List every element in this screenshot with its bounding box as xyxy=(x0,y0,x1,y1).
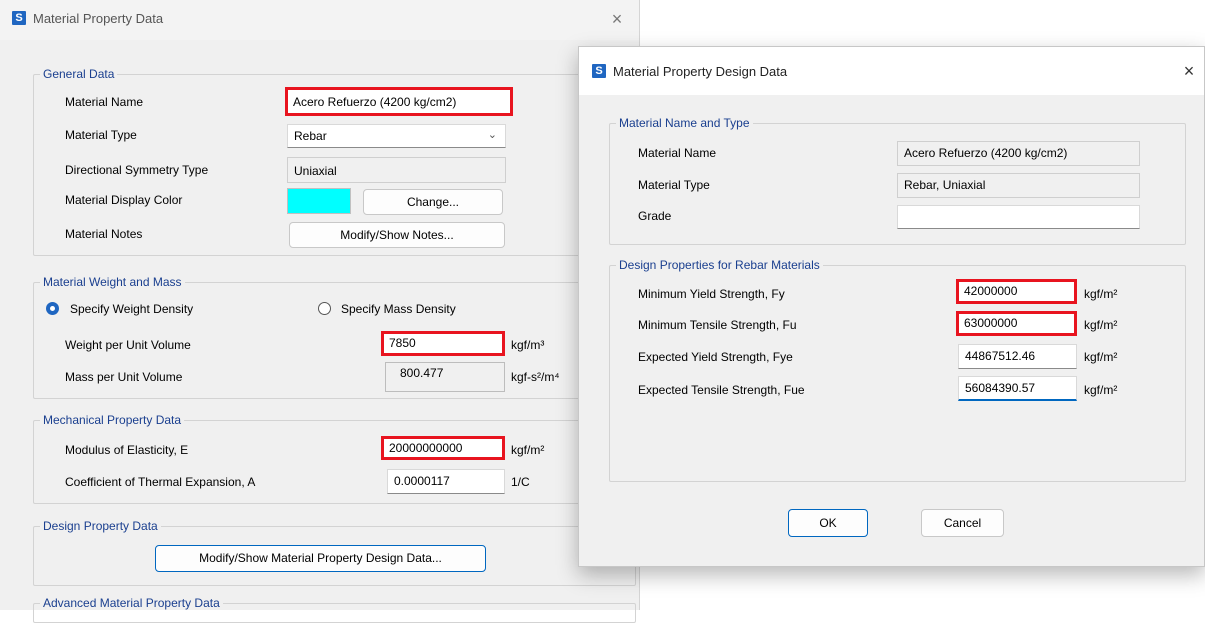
main-title-bar[interactable]: S Material Property Data × xyxy=(0,0,639,40)
main-window-title: Material Property Data xyxy=(33,11,164,26)
modify-notes-button[interactable]: Modify/Show Notes... xyxy=(289,222,505,248)
dialog-close-icon[interactable]: × xyxy=(1175,58,1203,84)
dialog-material-name-label: Material Name xyxy=(638,146,717,160)
weight-density-radio[interactable] xyxy=(46,302,59,315)
mass-density-radio[interactable] xyxy=(318,302,331,315)
modulus-input[interactable]: 20000000000 xyxy=(381,436,505,460)
grade-label: Grade xyxy=(638,209,672,223)
weight-density-radio-label[interactable]: Specify Weight Density xyxy=(70,302,193,316)
design-data-dialog: S Material Property Design Data × Materi… xyxy=(578,46,1205,567)
fue-unit: kgf/m² xyxy=(1084,383,1118,397)
mass-unit: kgf-s²/m⁴ xyxy=(511,370,560,384)
material-type-value: Rebar xyxy=(294,129,327,143)
mechanical-group: Mechanical Property Data xyxy=(33,413,636,504)
material-property-window: S Material Property Data × General Data … xyxy=(0,0,640,623)
advanced-group: Advanced Material Property Data xyxy=(33,596,636,623)
symmetry-type-field: Uniaxial xyxy=(287,157,506,183)
material-type-select[interactable]: Rebar ⌄ xyxy=(287,124,506,148)
material-name-label: Material Name xyxy=(65,95,144,109)
dialog-material-type-field: Rebar, Uniaxial xyxy=(897,173,1140,198)
main-close-icon[interactable]: × xyxy=(603,6,631,32)
cancel-button[interactable]: Cancel xyxy=(921,509,1004,537)
fye-label: Expected Yield Strength, Fye xyxy=(638,350,793,364)
fu-label: Minimum Tensile Strength, Fu xyxy=(638,318,797,332)
ok-button[interactable]: OK xyxy=(788,509,868,537)
material-name-input[interactable]: Acero Refuerzo (4200 kg/cm2) xyxy=(285,87,513,116)
fy-input[interactable]: 42000000 xyxy=(956,279,1077,304)
chevron-down-icon: ⌄ xyxy=(487,129,497,141)
weight-unit: kgf/m³ xyxy=(511,338,545,352)
thermal-expansion-input[interactable]: 0.0000117 xyxy=(387,469,505,494)
fye-unit: kgf/m² xyxy=(1084,350,1118,364)
modulus-label: Modulus of Elasticity, E xyxy=(65,443,189,457)
weight-mass-title: Material Weight and Mass xyxy=(40,275,185,289)
dialog-app-logo-icon: S xyxy=(592,64,606,78)
fye-input[interactable]: 44867512.46 xyxy=(958,344,1077,369)
app-logo-icon: S xyxy=(12,11,26,25)
weight-per-volume-label: Weight per Unit Volume xyxy=(65,338,191,352)
modify-design-data-button[interactable]: Modify/Show Material Property Design Dat… xyxy=(155,545,486,572)
symmetry-type-label: Directional Symmetry Type xyxy=(65,163,209,177)
display-color-label: Material Display Color xyxy=(65,193,183,207)
fue-input[interactable]: 56084390.57 xyxy=(958,376,1077,401)
display-color-swatch xyxy=(287,188,351,214)
dialog-material-name-field: Acero Refuerzo (4200 kg/cm2) xyxy=(897,141,1140,166)
general-data-title: General Data xyxy=(40,67,118,81)
material-type-label: Material Type xyxy=(65,128,137,142)
advanced-title: Advanced Material Property Data xyxy=(40,596,223,610)
change-color-button[interactable]: Change... xyxy=(363,189,503,215)
dialog-title: Material Property Design Data xyxy=(613,64,788,79)
mass-per-volume-field: 800.477 xyxy=(385,362,505,392)
fu-unit: kgf/m² xyxy=(1084,318,1118,332)
modulus-unit: kgf/m² xyxy=(511,443,545,457)
thermal-expansion-unit: 1/C xyxy=(511,475,530,489)
dialog-material-type-label: Material Type xyxy=(638,178,710,192)
mass-per-volume-label: Mass per Unit Volume xyxy=(65,370,183,384)
design-property-title: Design Property Data xyxy=(40,519,161,533)
mechanical-title: Mechanical Property Data xyxy=(40,413,185,427)
thermal-expansion-label: Coefficient of Thermal Expansion, A xyxy=(65,475,256,489)
grade-input[interactable] xyxy=(897,205,1140,229)
weight-per-volume-input[interactable]: 7850 xyxy=(381,331,505,356)
material-notes-label: Material Notes xyxy=(65,227,143,241)
fy-unit: kgf/m² xyxy=(1084,287,1118,301)
fue-label: Expected Tensile Strength, Fue xyxy=(638,383,805,397)
fu-input[interactable]: 63000000 xyxy=(956,311,1077,336)
rebar-properties-title: Design Properties for Rebar Materials xyxy=(616,258,823,272)
name-type-title: Material Name and Type xyxy=(616,116,753,130)
fy-label: Minimum Yield Strength, Fy xyxy=(638,287,785,301)
dialog-title-bar[interactable]: S Material Property Design Data × xyxy=(579,47,1204,95)
mass-density-radio-label[interactable]: Specify Mass Density xyxy=(341,302,456,316)
